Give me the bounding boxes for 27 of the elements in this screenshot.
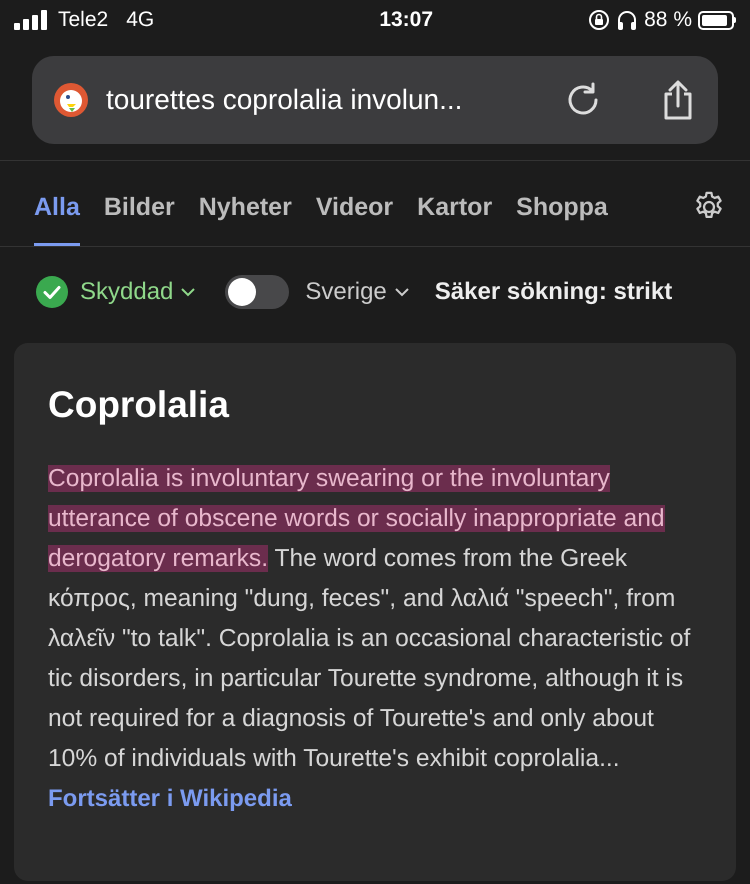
tab[interactable]: Alla [34,161,80,246]
safe-search-setting[interactable]: Säker sökning: strikt [434,274,672,310]
region-toggle[interactable] [225,275,290,309]
tab[interactable]: Kartor [417,161,492,246]
wikipedia-link[interactable]: Fortsätter i Wikipedia [48,778,292,818]
protection-dropdown[interactable]: Skyddad [80,274,196,310]
chevron-icon [394,288,409,296]
battery-percentage: 88 % [644,7,692,34]
search-query: tourettes coprolalia involun... [106,83,464,117]
region-dropdown[interactable]: Sverige [305,274,409,310]
tab[interactable]: Nyheter [198,161,292,246]
carrier-label: Tele2 [58,7,108,34]
duck-logo-icon [54,83,88,117]
result-title: Coprolalia [48,383,230,427]
signal-icon [14,10,48,30]
rotation-lock-icon [588,9,610,31]
battery-icon [698,10,736,30]
headphones-icon [616,9,638,31]
network-label: 4G [126,7,154,34]
address-bar[interactable]: tourettes coprolalia involun... [32,56,718,144]
clock: 13:07 [379,7,434,34]
result-snippet: Coprolalia is involuntary swearing or the involuntary utterance of obscene words or socially inappropriate and derogatory remarks. The word comes from the Greek κόπρος, meaning "dung, feces", and λαλιά "speech", from λαλεῖν "to talk". Coprolalia is an occasional characteristic of tic disorders, in particular Tourette syndrome, although it is not required for a diagnosis of Tourette's and only about 10% of individuals with Tourette's exhibit coprolalia... [48,464,692,774]
tab[interactable]: Shoppa [516,161,608,246]
tab[interactable]: Videor [316,161,394,246]
tab[interactable]: Bilder [104,161,175,246]
checkmark-icon [36,276,68,308]
chevron-icon [181,288,196,296]
